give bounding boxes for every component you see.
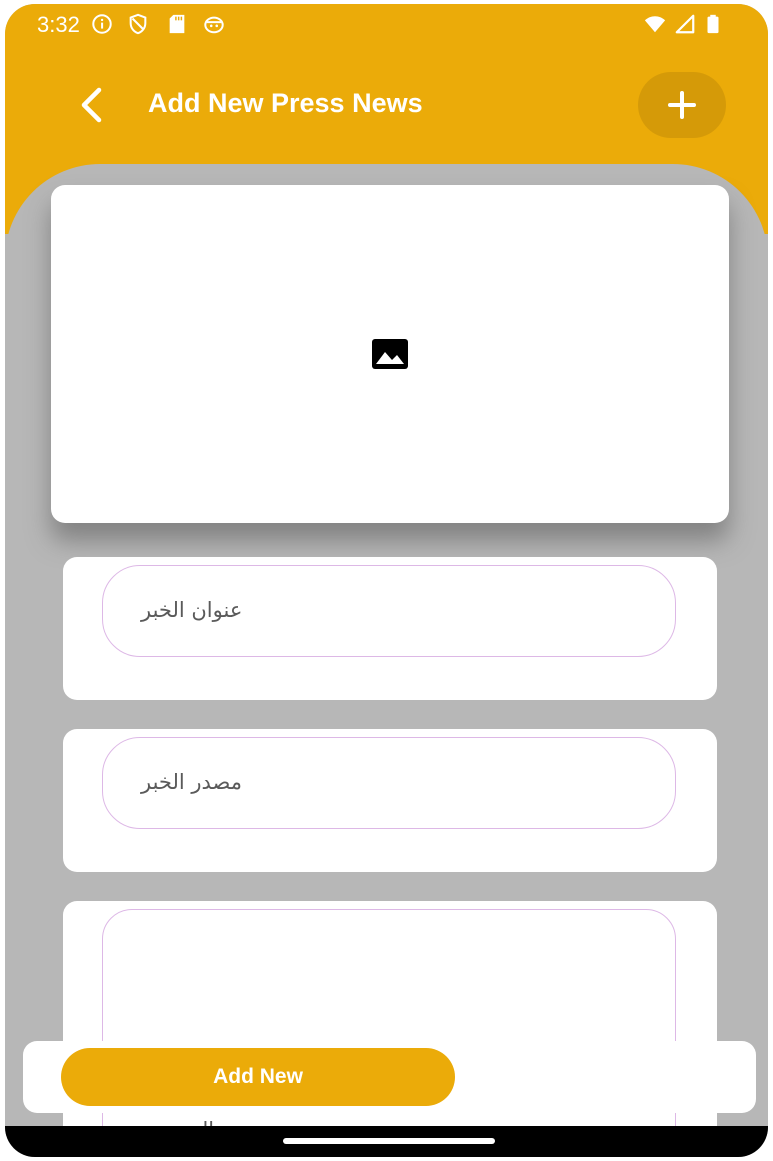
- image-picker-card[interactable]: [51, 185, 729, 523]
- phone-frame: 3:32 Add New Press News عنوان الخبر مصدر…: [5, 4, 768, 1157]
- sd-card-icon: [166, 13, 188, 35]
- news-body-input[interactable]: ال...: [102, 909, 676, 1157]
- bottom-action-bar: Add New: [23, 1041, 756, 1113]
- home-indicator[interactable]: [283, 1138, 495, 1144]
- signal-icon: [674, 13, 696, 35]
- chevron-left-icon: [81, 87, 102, 123]
- screen: 3:32 Add New Press News عنوان الخبر مصدر…: [0, 0, 773, 1161]
- add-new-button[interactable]: Add New: [61, 1048, 455, 1106]
- news-title-input[interactable]: عنوان الخبر: [102, 565, 676, 657]
- news-source-input[interactable]: مصدر الخبر: [102, 737, 676, 829]
- source-field-card: مصدر الخبر: [63, 729, 717, 872]
- news-source-placeholder: مصدر الخبر: [141, 770, 243, 794]
- page-title: Add New Press News: [148, 88, 423, 118]
- news-title-placeholder: عنوان الخبر: [141, 598, 243, 622]
- system-navigation-bar: [5, 1126, 768, 1157]
- info-icon: [91, 13, 113, 35]
- battery-icon: [702, 13, 724, 35]
- image-placeholder-icon: [372, 339, 408, 369]
- back-button[interactable]: [71, 84, 115, 128]
- add-icon-button[interactable]: [638, 72, 726, 138]
- status-time: 3:32: [37, 12, 80, 37]
- plus-icon: [668, 91, 696, 119]
- wifi-icon: [644, 13, 666, 35]
- notification-app-icon: [203, 13, 225, 35]
- vpn-shield-icon: [127, 13, 149, 35]
- title-field-card: عنوان الخبر: [63, 557, 717, 700]
- body-field-card: ال...: [63, 901, 717, 1157]
- status-bar: 3:32: [5, 4, 768, 44]
